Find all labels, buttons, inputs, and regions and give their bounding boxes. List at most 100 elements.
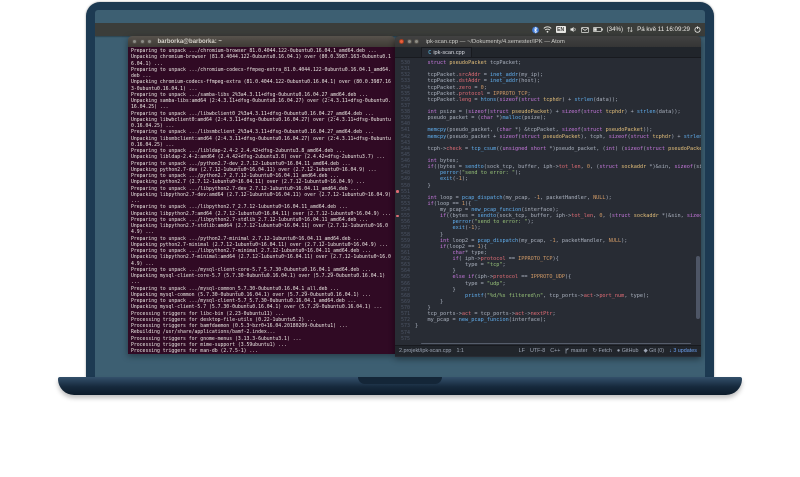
line-number: 566 bbox=[400, 280, 410, 287]
terminal-line: Unpacking chromium-codecs-ffmpeg-extra (… bbox=[131, 80, 391, 92]
bluetooth-icon[interactable] bbox=[531, 26, 539, 34]
tab-ipk-scan-cpp[interactable]: C ipk-scan.cpp bbox=[421, 47, 472, 57]
page: EN (34%) Pá kvě 11 16:09:29 barborka@bar… bbox=[0, 0, 800, 477]
line-number: 574 bbox=[400, 329, 410, 336]
line-number: 573 bbox=[400, 323, 410, 330]
terminal-line: Unpacking libsmbclient:amd64 (2:4.3.11+d… bbox=[131, 136, 391, 148]
code-line[interactable]: 575 bbox=[395, 336, 701, 342]
terminal-line: Unpacking libwbclient0:amd64 (2:4.3.11+d… bbox=[131, 117, 391, 129]
line-number: 545 bbox=[400, 151, 410, 158]
terminal-line: Preparing to unpack .../chromium-codecs-… bbox=[131, 67, 391, 79]
line-number: 547 bbox=[400, 164, 410, 171]
code-editor[interactable]: 530 struct pseudoPacket tcpPacket; 531 532… bbox=[395, 58, 701, 345]
line-number: 543 bbox=[400, 139, 410, 146]
clock[interactable]: Pá kvě 11 16:09:29 bbox=[637, 26, 690, 33]
atom-window-title: ipk-scan.cpp — ~/Dokumenty/4.semester/IP… bbox=[425, 38, 565, 45]
updates-icon: ↓ bbox=[669, 348, 672, 354]
battery-icon[interactable] bbox=[592, 27, 603, 32]
laptop-base bbox=[58, 377, 742, 395]
terminal-line: Unpacking mysql-client-5.7 (5.7.30-0ubun… bbox=[131, 305, 383, 311]
line-number: 531 bbox=[400, 66, 410, 73]
terminal-window: barborka@barborka: ~ Preparing to unpack… bbox=[128, 36, 395, 354]
terminal-minimize-button[interactable] bbox=[139, 39, 145, 44]
line-number: 535 bbox=[400, 90, 410, 97]
line-number: 548 bbox=[400, 170, 410, 177]
terminal-line: Unpacking libpython2.7-minimal:amd64 (2.… bbox=[131, 255, 391, 267]
atom-maximize-button[interactable] bbox=[414, 39, 419, 44]
panel-indicators: EN (34%) Pá kvě 11 16:09:29 bbox=[531, 23, 701, 36]
line-number: 562 bbox=[400, 256, 410, 262]
network-arrows-icon[interactable] bbox=[627, 26, 633, 33]
line-number: 550 bbox=[400, 182, 410, 189]
code-lines[interactable]: 530 struct pseudoPacket tcpPacket; 531 532… bbox=[395, 60, 701, 342]
status-cursor-position[interactable]: 1:1 bbox=[456, 348, 464, 354]
line-number: 567 bbox=[400, 286, 410, 293]
status-grammar[interactable]: C++ bbox=[550, 348, 560, 354]
terminal-line: Unpacking libpython2.7-stdlib:amd64 (2.7… bbox=[131, 224, 389, 236]
terminal-line: Unpacking mysql-client-core-5.7 (5.7.30-… bbox=[131, 274, 389, 286]
github-icon: ● bbox=[616, 348, 621, 354]
line-number: 569 bbox=[400, 298, 410, 305]
terminal-output[interactable]: Preparing to unpack .../chromium-browser… bbox=[128, 47, 395, 354]
line-number: 563 bbox=[400, 262, 410, 269]
status-fetch-button[interactable]: ↻ Fetch bbox=[592, 348, 612, 354]
line-number: 534 bbox=[400, 84, 410, 91]
horizontal-scrollbar[interactable] bbox=[421, 342, 691, 344]
line-number: 537 bbox=[400, 102, 410, 109]
line-number: 551 bbox=[400, 188, 410, 195]
tab-label: ipk-scan.cpp bbox=[433, 49, 465, 56]
wifi-icon[interactable] bbox=[543, 26, 552, 33]
fetch-icon: ↻ bbox=[592, 348, 597, 354]
terminal-line: Unpacking libpython2.7-dev:amd64 (2.7.12… bbox=[131, 192, 394, 204]
terminal-title: barborka@barborka: ~ bbox=[157, 38, 222, 45]
line-number: 538 bbox=[400, 109, 410, 115]
terminal-close-button[interactable] bbox=[132, 39, 137, 44]
atom-close-button[interactable] bbox=[399, 39, 404, 44]
line-number: 553 bbox=[400, 200, 410, 207]
line-number: 532 bbox=[400, 72, 410, 79]
git-icon: ◆ bbox=[643, 348, 648, 354]
line-number: 544 bbox=[400, 145, 410, 152]
status-git-branch[interactable]: master bbox=[565, 348, 587, 354]
line-number: 559 bbox=[400, 237, 410, 244]
status-git-button[interactable]: ◆ Git (0) bbox=[643, 348, 664, 354]
terminal-line: Unpacking libpython2.7:amd64 (2.7.12-1ub… bbox=[131, 211, 391, 217]
desktop-wallpaper: EN (34%) Pá kvě 11 16:09:29 barborka@bar… bbox=[95, 10, 705, 377]
top-panel: EN (34%) Pá kvě 11 16:09:29 bbox=[95, 23, 705, 36]
branch-icon bbox=[566, 348, 570, 354]
vertical-scrollbar[interactable] bbox=[696, 256, 700, 320]
status-updates-button[interactable]: ↓ 3 updates bbox=[669, 348, 697, 354]
status-file-path[interactable]: 2.projekt/ipk-scan.cpp bbox=[399, 348, 451, 354]
line-number: 542 bbox=[400, 133, 410, 140]
status-github-button[interactable]: ● GitHub bbox=[617, 348, 639, 354]
atom-minimize-button[interactable] bbox=[406, 39, 412, 44]
terminal-line: Unpacking python2.7 (2.7.12-1ubuntu0~16.… bbox=[131, 180, 365, 186]
laptop-screen-bezel: EN (34%) Pá kvě 11 16:09:29 barborka@bar… bbox=[86, 2, 714, 377]
status-line-ending[interactable]: LF bbox=[519, 348, 525, 354]
keyboard-indicator[interactable]: EN bbox=[555, 26, 566, 33]
atom-status-bar: 2.projekt/ipk-scan.cpp 1:1 LF UTF-8 C++ … bbox=[395, 345, 701, 356]
line-number: 536 bbox=[400, 96, 410, 103]
terminal-titlebar[interactable]: barborka@barborka: ~ bbox=[128, 36, 395, 47]
line-number: 560 bbox=[400, 243, 410, 250]
line-number: 561 bbox=[400, 249, 410, 256]
line-number: 539 bbox=[400, 115, 410, 122]
volume-icon[interactable] bbox=[570, 26, 577, 33]
atom-titlebar[interactable]: ipk-scan.cpp — ~/Dokumenty/4.semester/IP… bbox=[395, 36, 701, 47]
line-number: 558 bbox=[400, 231, 410, 238]
battery-percentage[interactable]: (34%) bbox=[607, 26, 624, 33]
power-icon[interactable] bbox=[694, 26, 701, 33]
terminal-line: Unpacking chromium-browser (81.0.4044.12… bbox=[131, 55, 391, 67]
cpp-file-icon: C bbox=[428, 49, 432, 56]
line-number: 540 bbox=[400, 121, 410, 128]
line-number: 570 bbox=[400, 305, 410, 311]
line-number: 546 bbox=[400, 158, 410, 164]
mail-icon[interactable] bbox=[580, 26, 589, 33]
line-number: 555 bbox=[400, 213, 410, 220]
terminal-line: Preparing to unpack .../libsmbclient_2%3… bbox=[131, 130, 374, 136]
line-number: 530 bbox=[400, 60, 410, 66]
status-encoding[interactable]: UTF-8 bbox=[530, 348, 545, 354]
atom-window: ipk-scan.cpp — ~/Dokumenty/4.semester/IP… bbox=[395, 36, 701, 357]
line-number: 541 bbox=[400, 127, 410, 134]
terminal-maximize-button[interactable] bbox=[147, 39, 152, 44]
